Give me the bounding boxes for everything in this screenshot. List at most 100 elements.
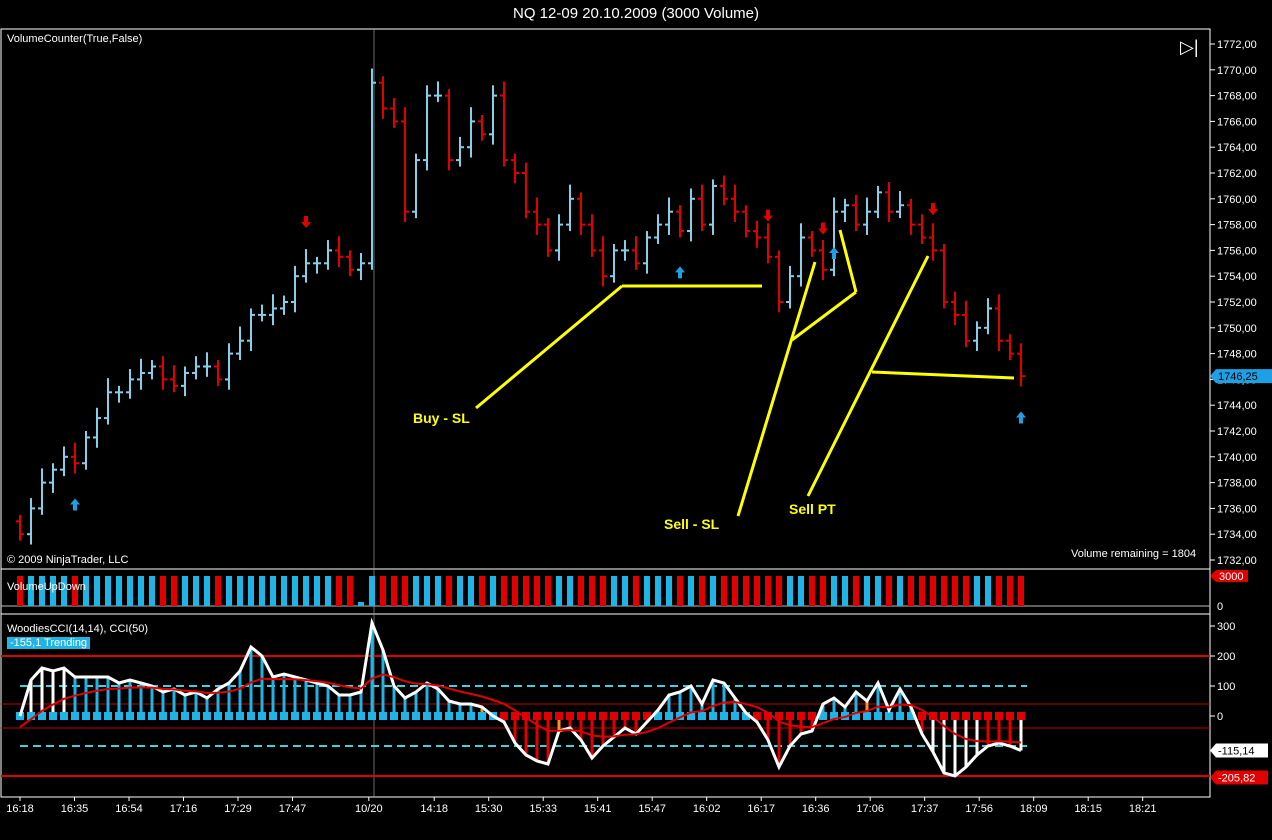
volume-bar bbox=[457, 576, 463, 606]
volume-bar bbox=[391, 576, 397, 606]
price-tick-label: 1762,00 bbox=[1217, 168, 1257, 180]
cci-sign-marker bbox=[148, 712, 156, 720]
volume-bar bbox=[171, 576, 177, 606]
time-tick-label: 16:02 bbox=[693, 803, 721, 815]
chart-canvas[interactable]: 1772,00 1770,00 1768,00 1766,00 1764,00 1762,… bbox=[0, 0, 1272, 840]
annotation-buy-sl: Buy - SL bbox=[413, 410, 470, 426]
price-tick-label: 1764,00 bbox=[1217, 142, 1257, 154]
volume-bar bbox=[1018, 576, 1024, 606]
cci-sign-marker bbox=[984, 712, 992, 720]
volume-bar bbox=[523, 576, 529, 606]
volume-bar bbox=[424, 576, 430, 606]
cci-sign-marker bbox=[1017, 712, 1025, 720]
cci-sign-marker bbox=[973, 712, 981, 720]
arrow-down-icon bbox=[928, 203, 938, 216]
cci-sign-marker bbox=[478, 712, 486, 720]
cci-sign-marker bbox=[951, 712, 959, 720]
cci-sign-marker bbox=[412, 712, 420, 720]
time-tick-label: 15:33 bbox=[529, 803, 557, 815]
volume-bar bbox=[820, 576, 826, 606]
volume-bar bbox=[908, 576, 914, 606]
cci-sign-marker bbox=[104, 712, 112, 720]
time-tick-label: 10/20 bbox=[355, 803, 383, 815]
volume-bar bbox=[743, 576, 749, 606]
cci-sign-marker bbox=[181, 712, 189, 720]
cci-sign-marker bbox=[621, 712, 629, 720]
volume-bar bbox=[512, 576, 518, 606]
time-tick-label: 17:06 bbox=[856, 803, 884, 815]
cci-sign-marker bbox=[709, 712, 717, 720]
cci-sign-marker bbox=[533, 712, 541, 720]
cci-sign-marker bbox=[544, 712, 552, 720]
volume-bar bbox=[347, 576, 353, 606]
cci-sign-marker bbox=[269, 712, 277, 720]
price-tick-label: 1768,00 bbox=[1217, 91, 1257, 103]
volume-bar bbox=[149, 576, 155, 606]
cci-sign-marker bbox=[247, 712, 255, 720]
volume-bar bbox=[567, 576, 573, 606]
cci-sign-marker bbox=[423, 712, 431, 720]
price-tick-label: 1734,00 bbox=[1217, 529, 1257, 541]
last-price-label: 1746,25 bbox=[1218, 371, 1258, 383]
cci-sign-marker bbox=[346, 712, 354, 720]
cci-panel-label: WoodiesCCI(14,14), CCI(50) bbox=[7, 623, 149, 635]
cci-sign-marker bbox=[214, 712, 222, 720]
volume-bar bbox=[138, 576, 144, 606]
volume-bar bbox=[336, 576, 342, 606]
cci-sign-marker bbox=[599, 712, 607, 720]
cci-sign-marker bbox=[610, 712, 618, 720]
volume-bar bbox=[787, 576, 793, 606]
annotation-line bbox=[736, 261, 817, 517]
time-tick-label: 18:15 bbox=[1074, 803, 1102, 815]
cci-sign-marker bbox=[467, 712, 475, 720]
cci-sign-marker bbox=[357, 712, 365, 720]
volume-bar bbox=[688, 576, 694, 606]
volume-last-label: 3000 bbox=[1219, 571, 1243, 583]
cci-sign-marker bbox=[280, 712, 288, 720]
volume-bar bbox=[413, 576, 419, 606]
volume-bar bbox=[237, 576, 243, 606]
time-tick-label: 15:41 bbox=[584, 803, 612, 815]
price-tick-label: 1738,00 bbox=[1217, 478, 1257, 490]
cci-sign-marker bbox=[786, 712, 794, 720]
volume-bar bbox=[732, 576, 738, 606]
volume-bar bbox=[578, 576, 584, 606]
scroll-to-end-button[interactable]: ▷| bbox=[1180, 36, 1202, 58]
cci-sign-marker bbox=[159, 712, 167, 720]
volume-bar bbox=[435, 576, 441, 606]
volume-bar bbox=[952, 576, 958, 606]
cci-sign-marker bbox=[1006, 712, 1014, 720]
annotation-sell-sl: Sell - SL bbox=[664, 516, 720, 532]
price-tick-label: 1742,00 bbox=[1217, 426, 1257, 438]
cci-tick-label: 100 bbox=[1217, 681, 1235, 693]
price-tick-label: 1750,00 bbox=[1217, 323, 1257, 335]
cci-sign-marker bbox=[379, 712, 387, 720]
arrow-up-icon bbox=[829, 246, 839, 259]
volume-bar bbox=[556, 576, 562, 606]
volume-panel-label: VolumeUpDown bbox=[7, 581, 86, 593]
volume-bar bbox=[105, 576, 111, 606]
cci-sign-marker bbox=[863, 712, 871, 720]
annotation-line bbox=[871, 370, 1015, 380]
volume-bar bbox=[710, 576, 716, 606]
volume-bar bbox=[897, 576, 903, 606]
time-tick-label: 16:35 bbox=[61, 803, 89, 815]
volume-bar bbox=[644, 576, 650, 606]
cci-sign-marker bbox=[137, 712, 145, 720]
time-tick-label: 16:18 bbox=[6, 803, 34, 815]
cci-sign-marker bbox=[918, 712, 926, 720]
price-tick-label: 1766,00 bbox=[1217, 116, 1257, 128]
volume-bar bbox=[853, 576, 859, 606]
volume-bar bbox=[358, 602, 364, 606]
volume-bar bbox=[886, 576, 892, 606]
cci-sign-marker bbox=[258, 712, 266, 720]
volume-bar bbox=[974, 576, 980, 606]
arrow-up-icon bbox=[1016, 411, 1026, 424]
volume-bar bbox=[501, 576, 507, 606]
volume-bar bbox=[160, 576, 166, 606]
volume-bar bbox=[930, 576, 936, 606]
cci-sign-marker bbox=[456, 712, 464, 720]
time-tick-label: 15:47 bbox=[638, 803, 666, 815]
volume-bar bbox=[677, 576, 683, 606]
annotation-line bbox=[806, 255, 930, 497]
